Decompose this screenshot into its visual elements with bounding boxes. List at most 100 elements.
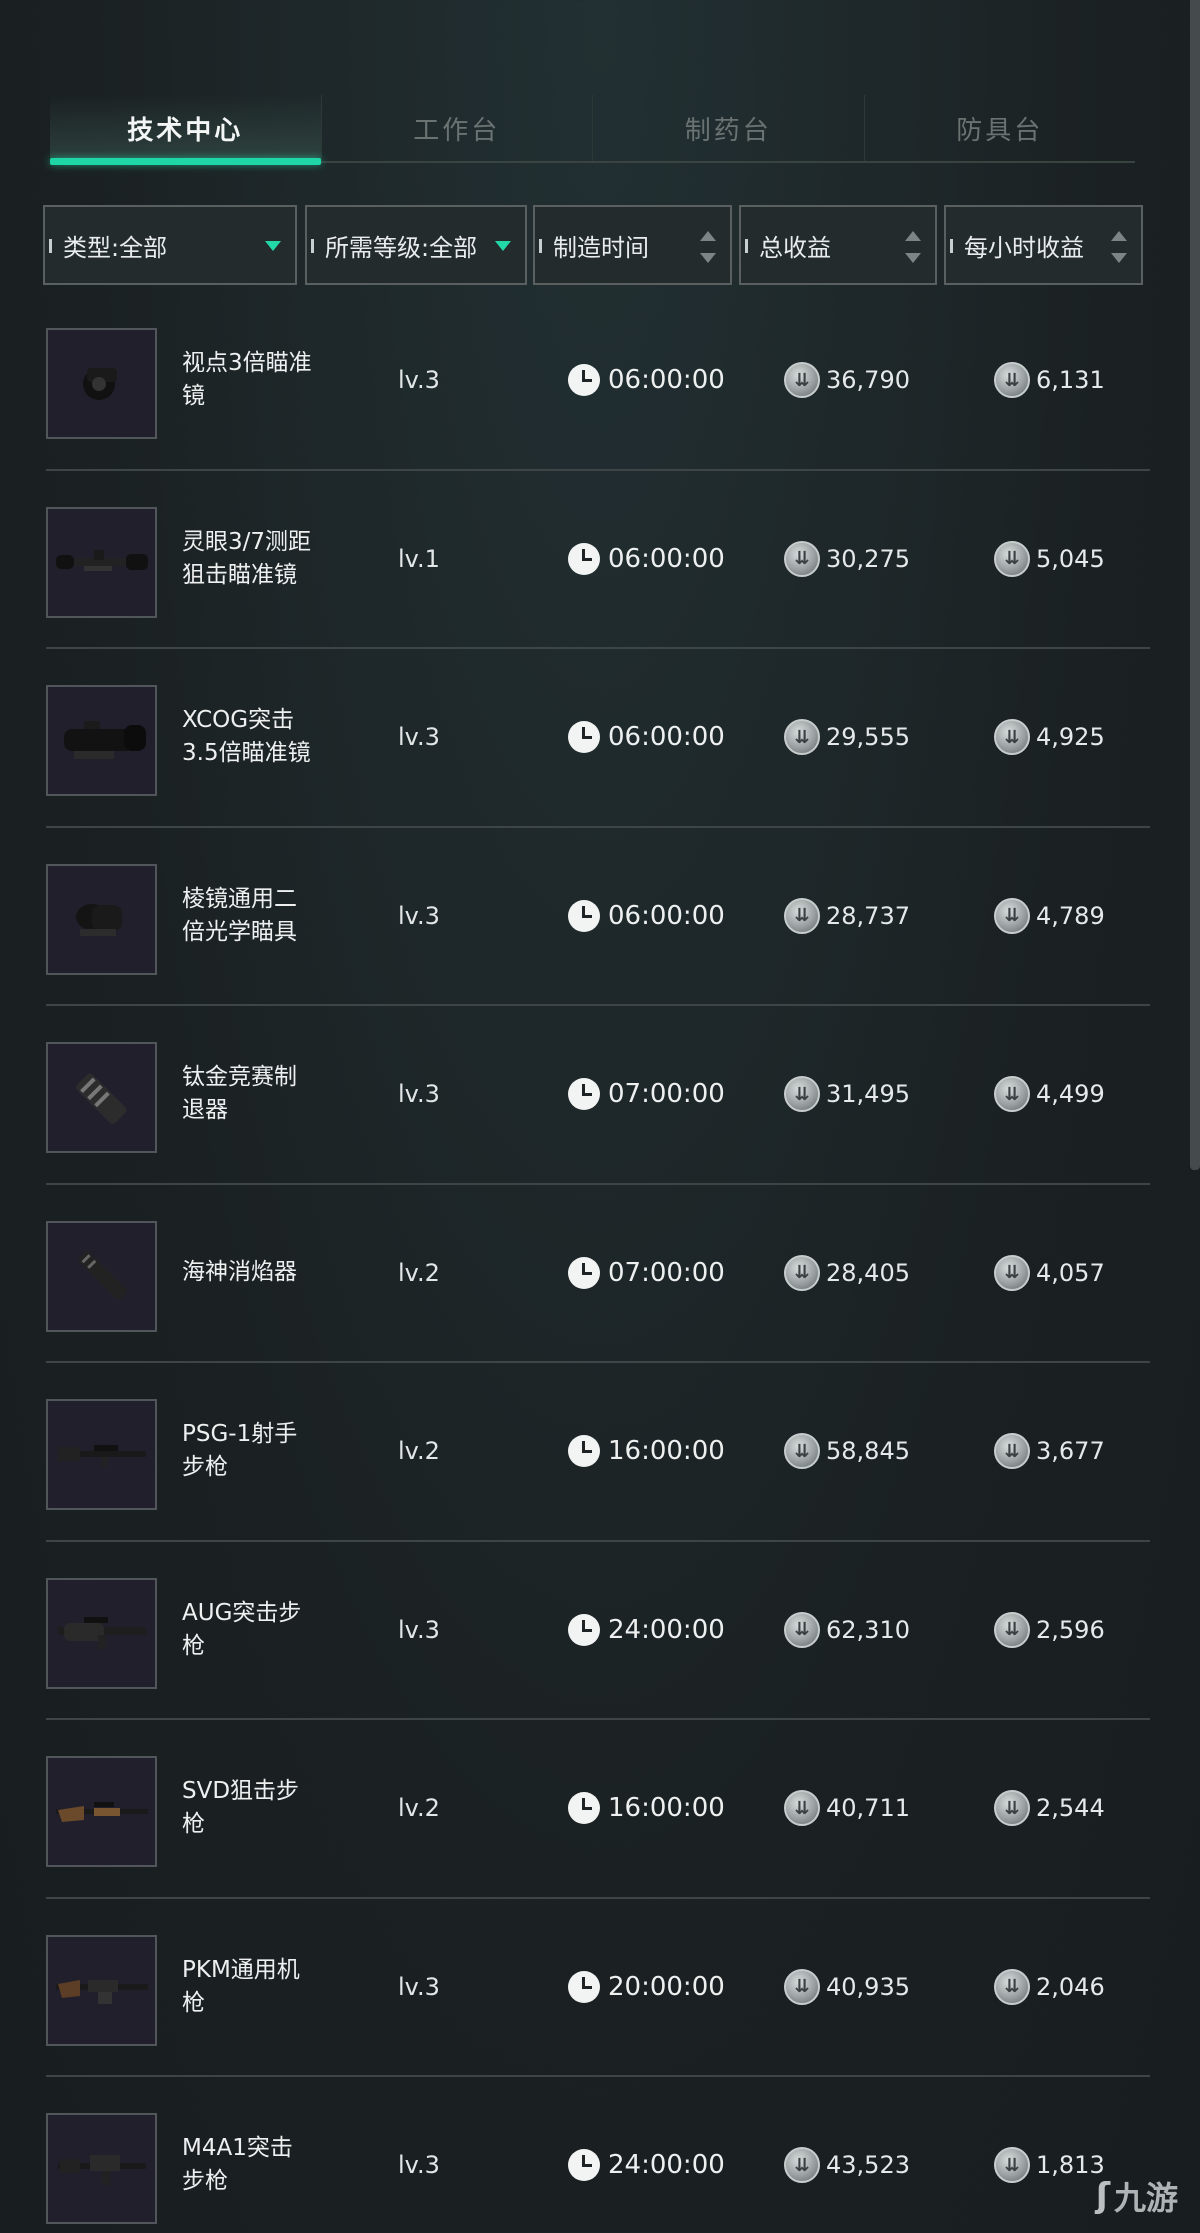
craft-time-value: 16:00:00	[608, 1436, 725, 1467]
table-row[interactable]: 视点3倍瞄准镜 lv.3 06:00:00 ⇊ 36,790 ⇊ 6,131	[46, 292, 1150, 471]
total-profit-value: 62,310	[826, 1615, 910, 1644]
coin-icon: ⇊	[994, 1254, 1030, 1291]
level-filter-dropdown[interactable]: 所需等级:全部	[305, 205, 527, 285]
item-name: 灵眼3/7测距狙击瞄准镜	[182, 528, 312, 588]
coin-icon: ⇊	[994, 362, 1030, 399]
item-name: 海神消焰器	[182, 1259, 297, 1286]
table-row[interactable]: SVD狙击步枪 lv.2 16:00:00 ⇊ 40,711 ⇊ 2,544	[46, 1720, 1150, 1899]
clock-icon	[568, 1613, 600, 1646]
coin-icon: ⇊	[994, 2147, 1030, 2184]
craft-time-value: 16:00:00	[608, 1793, 725, 1824]
craft-time: 06:00:00	[568, 828, 725, 1005]
item-name: AUG突击步枪	[182, 1599, 302, 1659]
hourly-profit-value: 2,544	[1036, 1794, 1105, 1823]
item-name: 钛金竞赛制退器	[182, 1064, 297, 1124]
coin-icon: ⇊	[784, 897, 820, 934]
craft-time: 20:00:00	[568, 1899, 725, 2076]
item-level: lv.2	[398, 1794, 440, 1823]
type-filter-label: 类型:全部	[63, 233, 168, 262]
level-filter-label: 所需等级:全部	[325, 233, 478, 262]
coin-icon: ⇊	[994, 540, 1030, 577]
table-row[interactable]: 棱镜通用二倍光学瞄具 lv.3 06:00:00 ⇊ 28,737 ⇊ 4,78…	[46, 828, 1150, 1006]
type-filter-dropdown[interactable]: 类型:全部	[43, 205, 297, 285]
coin-icon: ⇊	[994, 1611, 1030, 1648]
sort-hourly-button[interactable]: 每小时收益	[944, 205, 1143, 285]
coin-icon: ⇊	[994, 719, 1030, 756]
total-profit-value: 28,405	[826, 1258, 910, 1287]
craft-time: 07:00:00	[568, 1006, 725, 1183]
craft-time-value: 24:00:00	[608, 2150, 725, 2181]
coin-icon: ⇊	[784, 362, 820, 399]
clock-icon	[568, 1792, 600, 1825]
item-level: lv.3	[398, 1080, 440, 1109]
hourly-profit-value: 2,596	[1036, 1615, 1105, 1644]
craft-time-value: 06:00:00	[608, 543, 725, 574]
item-level: lv.3	[398, 1972, 440, 2001]
tab-tech-center[interactable]: 技术中心	[50, 95, 322, 165]
item-level: lv.2	[398, 1258, 440, 1287]
table-row[interactable]: XCOG突击3.5倍瞄准镜 lv.3 06:00:00 ⇊ 29,555 ⇊ 4…	[46, 649, 1150, 828]
total-profit-value: 43,523	[826, 2151, 910, 2180]
dropdown-arrow-icon	[265, 241, 281, 251]
hourly-profit: ⇊ 5,045	[994, 471, 1105, 648]
table-row[interactable]: 灵眼3/7测距狙击瞄准镜 lv.1 06:00:00 ⇊ 30,275 ⇊ 5,…	[46, 471, 1150, 649]
jiuyou-logo-icon: ʃ	[1095, 2176, 1110, 2216]
craft-time: 24:00:00	[568, 1542, 725, 1719]
clock-icon	[568, 2149, 600, 2182]
coin-icon: ⇊	[994, 1790, 1030, 1827]
table-row[interactable]: M4A1突击步枪 lv.3 24:00:00 ⇊ 43,523 ⇊ 1,813	[46, 2077, 1150, 2233]
tab-workbench[interactable]: 工作台	[322, 95, 593, 161]
table-row[interactable]: AUG突击步枪 lv.3 24:00:00 ⇊ 62,310 ⇊ 2,596	[46, 1542, 1150, 1720]
table-row[interactable]: 海神消焰器 lv.2 07:00:00 ⇊ 28,405 ⇊ 4,057	[46, 1185, 1150, 1363]
item-name: PSG-1射手步枪	[182, 1421, 298, 1481]
total-profit: ⇊ 30,275	[784, 471, 910, 648]
total-profit: ⇊ 29,555	[784, 649, 910, 826]
hourly-profit: ⇊ 2,544	[994, 1720, 1105, 1897]
hourly-profit: ⇊ 4,057	[994, 1185, 1105, 1362]
table-row[interactable]: PKM通用机枪 lv.3 20:00:00 ⇊ 40,935 ⇊ 2,046	[46, 1899, 1150, 2077]
total-profit-value: 30,275	[826, 544, 910, 573]
hourly-profit-value: 4,499	[1036, 1080, 1105, 1109]
watermark: ʃ 九游	[1096, 2173, 1178, 2219]
sort-time-label: 制造时间	[553, 233, 649, 262]
clock-icon	[568, 1078, 600, 1111]
craft-time-value: 06:00:00	[608, 365, 725, 396]
item-level: lv.3	[398, 2151, 440, 2180]
hourly-profit: ⇊ 4,499	[994, 1006, 1105, 1183]
clock-icon	[568, 364, 600, 397]
sort-time-button[interactable]: 制造时间	[533, 205, 732, 285]
sort-hourly-label: 每小时收益	[964, 233, 1084, 262]
table-row[interactable]: 钛金竞赛制退器 lv.3 07:00:00 ⇊ 31,495 ⇊ 4,499	[46, 1006, 1150, 1185]
hourly-profit-value: 4,925	[1036, 723, 1105, 752]
clock-icon	[568, 1256, 600, 1289]
scrollbar[interactable]	[1190, 0, 1200, 1170]
total-profit: ⇊ 31,495	[784, 1006, 910, 1183]
coin-icon: ⇊	[784, 1968, 820, 2005]
craft-time: 24:00:00	[568, 2077, 725, 2233]
total-profit-value: 58,845	[826, 1437, 910, 1466]
total-profit: ⇊ 62,310	[784, 1542, 910, 1719]
coin-icon: ⇊	[784, 1433, 820, 1470]
tab-armor[interactable]: 防具台	[865, 95, 1136, 161]
table-row[interactable]: PSG-1射手步枪 lv.2 16:00:00 ⇊ 58,845 ⇊ 3,677	[46, 1363, 1150, 1542]
coin-icon: ⇊	[784, 1254, 820, 1291]
sort-total-button[interactable]: 总收益	[739, 205, 937, 285]
aug-rifle-icon	[46, 1577, 157, 1689]
item-level: lv.2	[398, 1437, 440, 1466]
craft-time-value: 20:00:00	[608, 1971, 725, 2002]
hourly-profit: ⇊ 2,046	[994, 1899, 1105, 2076]
hourly-profit-value: 2,046	[1036, 1972, 1105, 2001]
hourly-profit: ⇊ 1,813	[994, 2077, 1105, 2233]
item-name: XCOG突击3.5倍瞄准镜	[182, 707, 311, 767]
item-name: 视点3倍瞄准镜	[182, 350, 312, 410]
item-level: lv.1	[398, 544, 440, 573]
total-profit-value: 28,737	[826, 901, 910, 930]
sort-total-label: 总收益	[759, 233, 831, 262]
craft-time-value: 07:00:00	[608, 1257, 725, 1288]
prism-sight-icon	[46, 863, 157, 975]
tab-pharmacy[interactable]: 制药台	[593, 95, 865, 161]
acog-scope-icon	[46, 685, 157, 796]
dropdown-arrow-icon	[495, 241, 511, 251]
coin-icon: ⇊	[784, 2147, 820, 2184]
clock-icon	[568, 899, 600, 932]
